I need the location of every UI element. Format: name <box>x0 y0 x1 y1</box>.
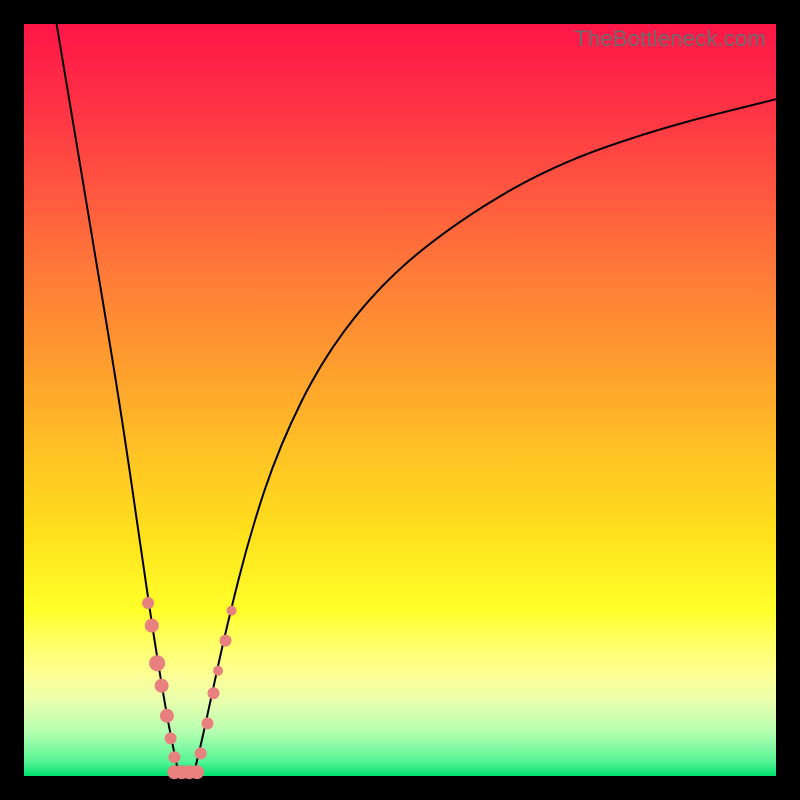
highlight-dot <box>160 709 174 723</box>
highlight-dot <box>168 751 180 763</box>
plot-area: TheBottleneck.com <box>24 24 776 776</box>
highlight-dot <box>213 666 223 676</box>
highlight-dot <box>165 732 177 744</box>
highlight-dot <box>142 597 154 609</box>
right-curve-branch <box>193 99 776 776</box>
highlight-dot <box>190 765 204 779</box>
highlight-dot <box>195 747 207 759</box>
highlight-dot <box>149 655 165 671</box>
highlight-dot <box>220 635 232 647</box>
highlight-dot <box>208 687 220 699</box>
highlight-dot <box>155 679 169 693</box>
highlight-dot <box>202 717 214 729</box>
marker-group <box>142 597 237 779</box>
bottleneck-curve <box>24 24 776 776</box>
highlight-dot <box>227 606 237 616</box>
highlight-dot <box>145 619 159 633</box>
